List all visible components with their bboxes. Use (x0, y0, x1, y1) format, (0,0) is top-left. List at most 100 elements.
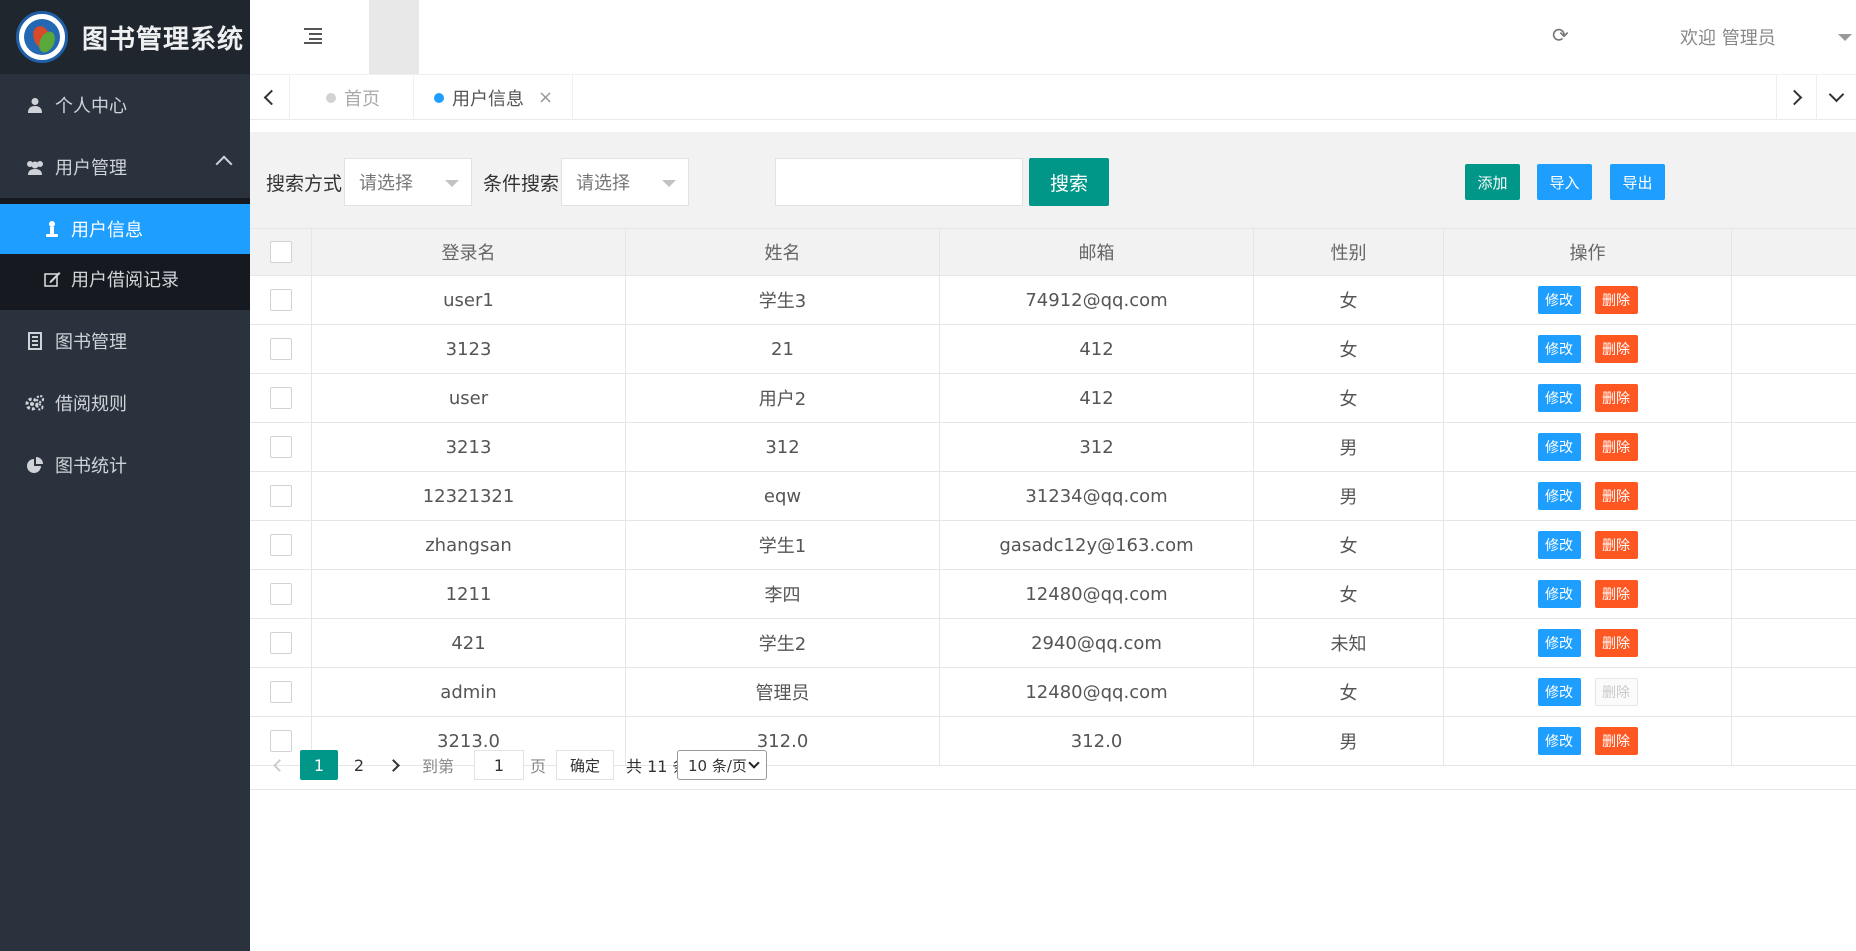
cogs-icon (25, 395, 45, 411)
delete-button[interactable]: 删除 (1594, 433, 1638, 461)
tab-home[interactable]: 首页 (290, 75, 414, 120)
chevron-down-icon (1828, 86, 1845, 103)
book-icon (25, 332, 45, 350)
cell-actions: 修改 删除 (1444, 276, 1732, 324)
cell-name: 312 (626, 423, 940, 471)
table-row: zhangsan 学生1 gasadc12y@163.com 女修改 删除 (250, 521, 1856, 570)
menu-toggle-icon[interactable] (304, 28, 324, 44)
row-checkbox[interactable] (269, 534, 292, 556)
select-all-checkbox[interactable] (269, 241, 292, 263)
edit-button[interactable]: 修改 (1537, 286, 1581, 314)
caret-down-icon[interactable] (1838, 34, 1852, 41)
row-select-cell (250, 472, 312, 520)
page-size-value: 10 条/页 (688, 756, 747, 775)
search-mode-select[interactable]: 请选择 (344, 158, 472, 206)
page-button[interactable]: 2 (344, 750, 374, 780)
edit-button[interactable]: 修改 (1537, 580, 1581, 608)
sidebar-item-label: 图书管理 (55, 332, 127, 353)
row-checkbox[interactable] (269, 436, 292, 458)
condition-select[interactable]: 请选择 (561, 158, 689, 206)
tab-bar: 首页 用户信息 × (250, 74, 1856, 120)
goto-page-input[interactable]: 1 (474, 750, 524, 780)
row-checkbox[interactable] (269, 338, 292, 360)
row-checkbox[interactable] (269, 387, 292, 409)
row-select-cell (250, 619, 312, 667)
sidebar-item-label: 个人中心 (55, 96, 127, 117)
export-button[interactable]: 导出 (1610, 164, 1665, 200)
row-select-cell (250, 423, 312, 471)
tab-menu-button[interactable] (1816, 75, 1856, 120)
table-row: 3213 312 312 男修改 删除 (250, 423, 1856, 472)
sidebar-item-borrow-rules[interactable]: 借阅规则 (0, 372, 250, 434)
cell-name: 管理员 (626, 668, 940, 716)
welcome-user-menu[interactable]: 欢迎 管理员 (1680, 24, 1776, 50)
refresh-icon[interactable]: ⟳ (1552, 25, 1570, 45)
row-checkbox[interactable] (269, 681, 292, 703)
import-button[interactable]: 导入 (1537, 164, 1592, 200)
edit-button[interactable]: 修改 (1537, 678, 1581, 706)
cell-name: 用户2 (626, 374, 940, 422)
delete-button[interactable]: 删除 (1594, 629, 1638, 657)
table-row: user1 学生3 74912@qq.com 女修改 删除 (250, 276, 1856, 325)
row-select-cell (250, 276, 312, 324)
chevron-up-icon (215, 155, 233, 173)
edit-button[interactable]: 修改 (1537, 335, 1581, 363)
search-input[interactable] (775, 158, 1023, 206)
edit-button[interactable]: 修改 (1537, 482, 1581, 510)
cell-name: 学生1 (626, 521, 940, 569)
tab-scroll-right-button[interactable] (1776, 75, 1816, 120)
delete-button: 删除 (1594, 678, 1638, 706)
add-button[interactable]: 添加 (1465, 164, 1520, 200)
search-button[interactable]: 搜索 (1029, 158, 1109, 206)
row-checkbox[interactable] (269, 632, 292, 654)
submenu-user-management: 用户信息 用户借阅记录 (0, 198, 250, 310)
delete-button[interactable]: 删除 (1594, 335, 1638, 363)
cell-actions: 修改 删除 (1444, 570, 1732, 618)
cell-name: 李四 (626, 570, 940, 618)
cell-login: user1 (312, 276, 626, 324)
sidebar-item-label: 用户信息 (71, 220, 143, 241)
tab-scroll-left-button[interactable] (250, 75, 290, 120)
goto-confirm-button[interactable]: 确定 (556, 750, 614, 780)
delete-button[interactable]: 删除 (1594, 482, 1638, 510)
close-icon[interactable]: × (538, 87, 553, 108)
sidebar-item-book-management[interactable]: 图书管理 (0, 310, 250, 372)
person-icon (43, 220, 61, 238)
edit-button[interactable]: 修改 (1537, 433, 1581, 461)
cell-actions: 修改 删除 (1444, 521, 1732, 569)
edit-button[interactable]: 修改 (1537, 629, 1581, 657)
condition-search-label: 条件搜索: (483, 173, 566, 195)
table-header: 登录名 姓名 邮箱 性别 操作 (250, 228, 1856, 276)
row-checkbox[interactable] (269, 583, 292, 605)
prev-page-button[interactable] (262, 750, 292, 780)
page-button[interactable]: 1 (300, 750, 338, 780)
sidebar-item-label: 图书统计 (55, 456, 127, 477)
delete-button[interactable]: 删除 (1594, 531, 1638, 559)
header-cell-select (250, 229, 312, 275)
tab-user-info[interactable]: 用户信息 × (414, 75, 573, 120)
edit-button[interactable]: 修改 (1537, 531, 1581, 559)
delete-button[interactable]: 删除 (1594, 384, 1638, 412)
pagination: 1 2 到第 1 页 确定 共 11 条 10 条/页 (250, 740, 1856, 790)
row-checkbox[interactable] (269, 485, 292, 507)
next-page-button[interactable] (380, 750, 410, 780)
sidebar-item-user-info[interactable]: 用户信息 (0, 204, 250, 254)
tab-label: 用户信息 (452, 88, 524, 110)
delete-button[interactable]: 删除 (1594, 286, 1638, 314)
delete-button[interactable]: 删除 (1594, 580, 1638, 608)
sidebar-item-user-management[interactable]: 用户管理 (0, 136, 250, 198)
cell-gender: 男 (1254, 472, 1444, 520)
edit-button[interactable]: 修改 (1537, 384, 1581, 412)
sidebar-item-borrow-records[interactable]: 用户借阅记录 (0, 254, 250, 304)
table-row: 12321321 eqw 31234@qq.com 男修改 删除 (250, 472, 1856, 521)
header-cell: 姓名 (626, 229, 940, 275)
header-cell: 性别 (1254, 229, 1444, 275)
row-checkbox[interactable] (269, 289, 292, 311)
sidebar-item-profile[interactable]: 个人中心 (0, 74, 250, 136)
caret-down-icon (662, 180, 676, 187)
cell-gender: 女 (1254, 570, 1444, 618)
sidebar-item-label: 用户借阅记录 (71, 270, 179, 291)
table-row: admin 管理员 12480@qq.com 女修改 删除 (250, 668, 1856, 717)
page-size-select[interactable]: 10 条/页 (677, 750, 767, 780)
sidebar-item-book-stats[interactable]: 图书统计 (0, 434, 250, 496)
